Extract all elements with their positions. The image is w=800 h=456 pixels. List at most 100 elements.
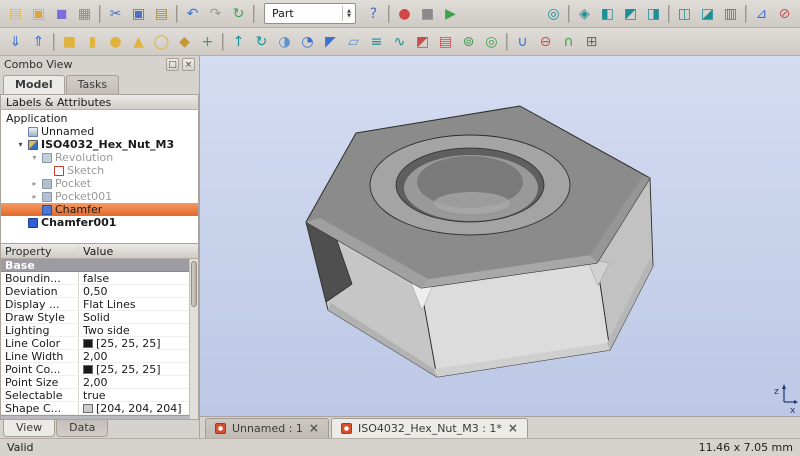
thickness-icon[interactable]: ◎ xyxy=(480,31,503,53)
mirror-icon[interactable]: ◑ xyxy=(273,31,296,53)
float-panel-icon[interactable] xyxy=(166,58,179,71)
3d-viewport[interactable]: z x xyxy=(200,56,800,416)
top-view-icon[interactable]: ◩ xyxy=(619,3,642,25)
tree-item-chamfer001[interactable]: Chamfer001 xyxy=(1,216,198,229)
property-row[interactable]: Line Width 2,00 xyxy=(1,350,198,363)
scrollbar-thumb[interactable] xyxy=(191,261,197,307)
compound-icon[interactable]: ⊞ xyxy=(580,31,603,53)
open-folder-icon[interactable]: ▣ xyxy=(27,3,50,25)
chamfer-icon[interactable]: ◤ xyxy=(319,31,342,53)
sphere-primitive-icon[interactable]: ● xyxy=(104,31,127,53)
revolve-icon[interactable]: ↻ xyxy=(250,31,273,53)
clear-measurement-icon[interactable]: ⊘ xyxy=(773,3,796,25)
ruled-surface-icon[interactable]: ▱ xyxy=(342,31,365,53)
left-view-icon[interactable]: ▥ xyxy=(719,3,742,25)
torus-primitive-icon[interactable]: ◯ xyxy=(150,31,173,53)
boolean-intersection-icon[interactable]: ∩ xyxy=(557,31,580,53)
front-view-icon[interactable]: ◧ xyxy=(596,3,619,25)
loft-icon[interactable]: ≡ xyxy=(365,31,388,53)
property-row[interactable]: Boundin... false xyxy=(1,272,198,285)
axonometric-view-icon[interactable]: ◈ xyxy=(573,3,596,25)
tree-header-label: Labels & Attributes xyxy=(6,96,111,109)
collapse-arrow-icon[interactable] xyxy=(30,192,39,201)
cylinder-primitive-icon[interactable]: ▮ xyxy=(81,31,104,53)
toolbar-separator xyxy=(745,5,747,23)
tree-item-revolution[interactable]: Revolution xyxy=(1,151,198,164)
toolbar-group-views: ◎ ◈ ◧ ◩ ◨ ◫ ◪ ▥ ⊿ xyxy=(542,3,796,25)
macro-record-icon[interactable]: ● xyxy=(393,3,416,25)
print-icon[interactable]: ▦ xyxy=(73,3,96,25)
property-row[interactable]: Selectable true xyxy=(1,389,198,402)
property-row[interactable]: Deviation 0,50 xyxy=(1,285,198,298)
tree-item-pocket[interactable]: Pocket xyxy=(1,177,198,190)
tab-data[interactable]: Data xyxy=(56,420,108,437)
new-document-icon[interactable]: ▤ xyxy=(4,3,27,25)
expand-arrow-icon[interactable] xyxy=(16,140,25,149)
close-tab-icon[interactable] xyxy=(508,422,518,435)
measure-distance-icon[interactable]: ⊿ xyxy=(750,3,773,25)
tab-view[interactable]: View xyxy=(3,420,55,437)
offset-icon[interactable]: ⊚ xyxy=(457,31,480,53)
right-view-icon[interactable]: ◨ xyxy=(642,3,665,25)
property-row[interactable]: Point Size 2,00 xyxy=(1,376,198,389)
property-row[interactable]: Draw Style Solid xyxy=(1,311,198,324)
cut-icon[interactable]: ✂ xyxy=(104,3,127,25)
property-row[interactable]: Point Co... [25, 25, 25] xyxy=(1,363,198,376)
property-value: 0,50 xyxy=(79,285,198,297)
column-header-property[interactable]: Property xyxy=(1,244,79,258)
property-scrollbar[interactable] xyxy=(189,259,198,419)
document-tab[interactable]: Unnamed : 1 xyxy=(205,418,329,438)
tree-item-body[interactable]: ISO4032_Hex_Nut_M3 xyxy=(1,138,198,151)
import-icon[interactable]: ⇓ xyxy=(4,31,27,53)
boolean-union-icon[interactable]: ∪ xyxy=(511,31,534,53)
cone-primitive-icon[interactable]: ▲ xyxy=(127,31,150,53)
section-icon[interactable]: ◩ xyxy=(411,31,434,53)
property-row[interactable]: Line Color [25, 25, 25] xyxy=(1,337,198,350)
column-header-value[interactable]: Value xyxy=(79,244,198,258)
rear-view-icon[interactable]: ◫ xyxy=(673,3,696,25)
create-primitives-icon[interactable]: ◆ xyxy=(173,31,196,53)
sweep-icon[interactable]: ∿ xyxy=(388,31,411,53)
close-tab-icon[interactable] xyxy=(309,422,319,435)
tree-item-chamfer[interactable]: Chamfer xyxy=(1,203,198,216)
extrude-icon[interactable]: ↑ xyxy=(227,31,250,53)
property-row[interactable]: Lighting Two side xyxy=(1,324,198,337)
boolean-cut-icon[interactable]: ⊖ xyxy=(534,31,557,53)
property-name: Base xyxy=(1,259,79,271)
property-row[interactable]: Base xyxy=(1,259,198,272)
bottom-view-icon[interactable]: ◪ xyxy=(696,3,719,25)
toolbar-separator xyxy=(176,5,178,23)
copy-icon[interactable]: ▣ xyxy=(127,3,150,25)
paste-icon[interactable]: ▤ xyxy=(150,3,173,25)
workbench-selector[interactable]: Part xyxy=(264,3,356,24)
tree-item-label: Chamfer001 xyxy=(41,216,116,229)
export-icon[interactable]: ⇑ xyxy=(27,31,50,53)
macro-play-icon[interactable]: ▶ xyxy=(439,3,462,25)
tree-item-unnamed[interactable]: Unnamed xyxy=(1,125,198,138)
tree-item-sketch[interactable]: Sketch xyxy=(1,164,198,177)
shape-builder-icon[interactable]: + xyxy=(196,31,219,53)
redo-icon[interactable]: ↷ xyxy=(204,3,227,25)
tab-tasks[interactable]: Tasks xyxy=(66,75,119,94)
cross-sections-icon[interactable]: ▤ xyxy=(434,31,457,53)
macro-stop-icon[interactable]: ■ xyxy=(416,3,439,25)
tree-item-pocket001[interactable]: Pocket001 xyxy=(1,190,198,203)
tree-item-application[interactable]: Application xyxy=(1,112,198,125)
fit-all-icon[interactable]: ◎ xyxy=(542,3,565,25)
close-panel-icon[interactable] xyxy=(182,58,195,71)
property-value-text: [25, 25, 25] xyxy=(96,337,161,349)
property-value-text: 2,00 xyxy=(83,350,108,362)
undo-icon[interactable]: ↶ xyxy=(181,3,204,25)
collapse-arrow-icon[interactable] xyxy=(30,179,39,188)
tab-model[interactable]: Model xyxy=(3,75,65,94)
axis-z-label: z xyxy=(774,387,779,397)
document-tab[interactable]: ISO4032_Hex_Nut_M3 : 1* xyxy=(331,418,528,438)
refresh-icon[interactable]: ↻ xyxy=(227,3,250,25)
save-icon[interactable]: ◼ xyxy=(50,3,73,25)
property-row[interactable]: Display ... Flat Lines xyxy=(1,298,198,311)
fillet-icon[interactable]: ◔ xyxy=(296,31,319,53)
property-row[interactable]: Shape C... [204, 204, 204] xyxy=(1,402,198,415)
box-primitive-icon[interactable]: ■ xyxy=(58,31,81,53)
expand-arrow-icon[interactable] xyxy=(30,153,39,162)
whats-this-icon[interactable]: ? xyxy=(362,3,385,25)
